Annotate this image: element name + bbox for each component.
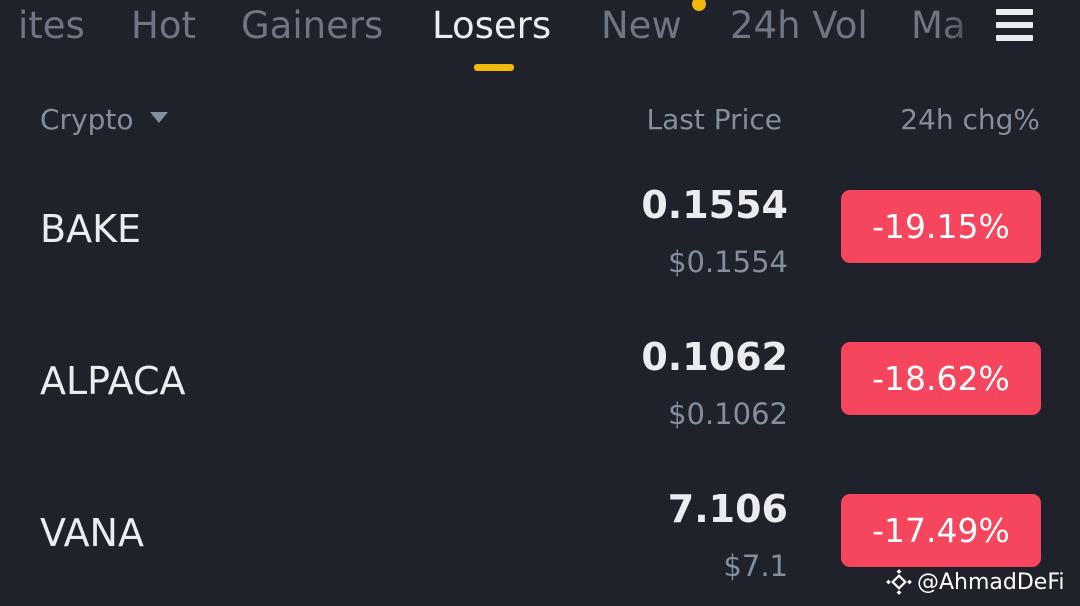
tab-gainers[interactable]: Gainers xyxy=(241,3,383,49)
change-badge[interactable]: -19.15% xyxy=(841,190,1041,263)
tab-hot[interactable]: Hot xyxy=(131,3,196,49)
symbol-label: ALPACA xyxy=(40,359,186,403)
column-header-last-price[interactable]: Last Price xyxy=(646,102,782,138)
market-tabs: ites Hot Gainers Losers New 24h Vol Ma xyxy=(0,0,1080,80)
usd-price: $0.1062 xyxy=(668,397,788,431)
active-tab-indicator xyxy=(474,64,514,71)
last-price: 0.1554 xyxy=(641,183,788,227)
tab-market-cap[interactable]: Ma xyxy=(911,3,966,49)
tab-new[interactable]: New xyxy=(601,3,682,49)
sort-caret-down-icon[interactable] xyxy=(150,112,168,123)
last-price: 0.1062 xyxy=(641,335,788,379)
symbol-label: BAKE xyxy=(40,207,141,251)
change-badge[interactable]: -18.62% xyxy=(841,342,1041,415)
usd-price: $0.1554 xyxy=(668,245,788,279)
hamburger-menu-icon[interactable] xyxy=(996,6,1034,44)
tab-favorites[interactable]: ites xyxy=(18,3,85,49)
column-header-crypto[interactable]: Crypto xyxy=(40,102,134,138)
binance-logo-icon xyxy=(886,569,912,595)
watermark: @AhmadDeFi xyxy=(886,566,1065,598)
usd-price: $7.1 xyxy=(723,549,788,583)
new-indicator-dot xyxy=(692,0,706,11)
tab-losers[interactable]: Losers xyxy=(432,3,551,49)
market-row[interactable]: BAKE 0.1554 $0.1554 -19.15% xyxy=(0,160,1080,310)
change-badge[interactable]: -17.49% xyxy=(841,494,1041,567)
last-price: 7.106 xyxy=(667,487,788,531)
symbol-label: VANA xyxy=(40,511,144,555)
market-row[interactable]: ALPACA 0.1062 $0.1062 -18.62% xyxy=(0,312,1080,462)
tab-24h-vol[interactable]: 24h Vol xyxy=(730,3,868,49)
column-header-24h-change[interactable]: 24h chg% xyxy=(900,102,1040,138)
market-screen: ites Hot Gainers Losers New 24h Vol Ma C… xyxy=(0,0,1080,606)
watermark-text: @AhmadDeFi xyxy=(917,569,1065,595)
